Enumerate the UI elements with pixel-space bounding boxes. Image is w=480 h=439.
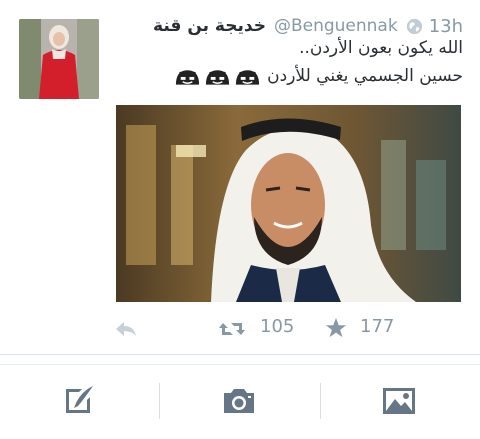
retweet-count: 105 (260, 316, 295, 337)
camera-button[interactable] (199, 379, 279, 423)
tweet[interactable]: خديجة بن قنة @Benguennak 13h الله يكون ب… (0, 0, 480, 355)
compose-toolbar (0, 364, 480, 439)
emoji-row (171, 66, 261, 86)
compose-button[interactable] (39, 379, 119, 423)
compose-icon (66, 386, 93, 413)
toolbar-separator (159, 383, 160, 419)
tweet-photo[interactable] (116, 105, 461, 302)
crying-laughing-emoji-icon (206, 70, 230, 85)
tweet-actions: 105 177 (0, 312, 480, 344)
username-handle[interactable]: @Benguennak (274, 16, 398, 36)
tweet-timestamp[interactable]: 13h (429, 16, 463, 37)
reply-icon[interactable] (114, 320, 138, 338)
retweet-icon[interactable] (218, 319, 246, 339)
avatar[interactable] (19, 19, 99, 99)
crying-laughing-emoji-icon (176, 70, 200, 85)
image-button[interactable] (359, 379, 439, 423)
globe-icon (406, 18, 423, 35)
tweet-text-line-1: الله يكون بعون الأردن.. (299, 38, 463, 58)
tweet-text-line-2: حسين الجسمي يغني للأردن (171, 66, 463, 86)
favorite-count: 177 (360, 316, 395, 337)
tweet-header: خديجة بن قنة @Benguennak 13h (153, 14, 463, 38)
camera-icon (224, 389, 254, 413)
image-icon (383, 388, 415, 414)
tweet-text-line-2-label: حسين الجسمي يغني للأردن (267, 66, 463, 86)
display-name[interactable]: خديجة بن قنة (153, 16, 266, 36)
toolbar-separator (320, 383, 321, 419)
section-divider (0, 354, 480, 355)
crying-laughing-emoji-icon (236, 70, 260, 85)
favorite-star-icon[interactable] (325, 317, 347, 339)
